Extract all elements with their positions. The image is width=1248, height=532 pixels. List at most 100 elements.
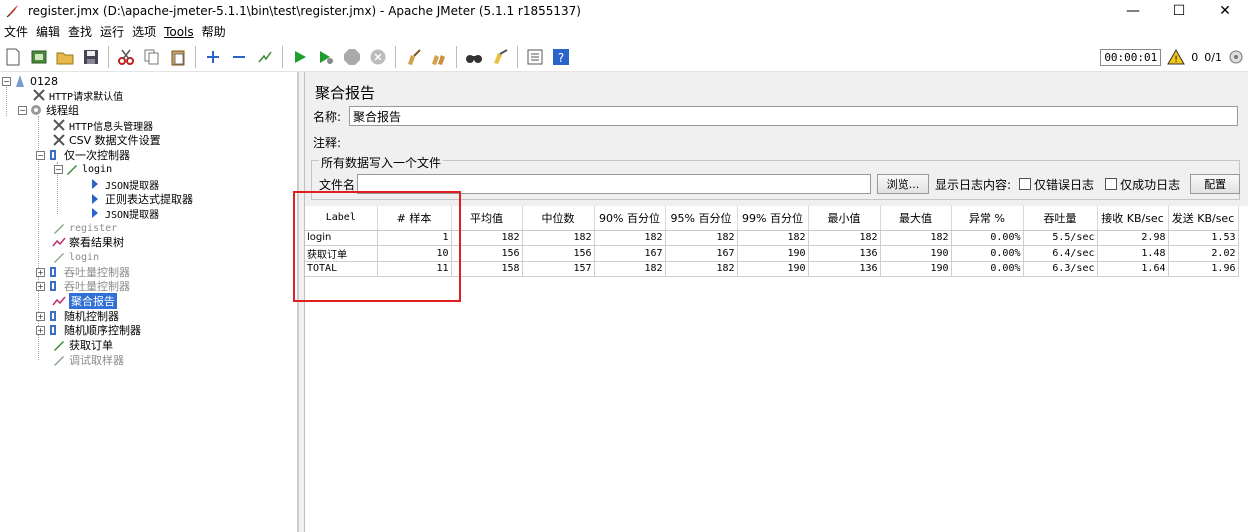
col-header-99-percentile[interactable]: 99% 百分位: [737, 206, 809, 231]
close-button[interactable]: ✕: [1202, 0, 1248, 22]
tree-item-register[interactable]: register: [52, 221, 117, 235]
tree-item-root[interactable]: − 0128: [2, 74, 58, 88]
tree-item-throughput-controller-2[interactable]: + 吞吐量控制器: [36, 279, 130, 293]
col-header-90-percentile[interactable]: 90% 百分位: [594, 206, 666, 231]
warning-icon[interactable]: !: [1167, 49, 1186, 65]
tree-item-csv-config[interactable]: CSV 数据文件设置: [52, 133, 161, 147]
tree-item-login-sampler[interactable]: − login: [54, 162, 112, 176]
remote-icon[interactable]: [1228, 49, 1244, 65]
clear-icon[interactable]: [401, 45, 425, 69]
tree-item-thread-group[interactable]: − 线程组: [18, 103, 79, 117]
menu-options[interactable]: 选项: [128, 22, 160, 42]
col-header-error-pct[interactable]: 异常 %: [951, 206, 1024, 231]
toggle-icon[interactable]: [253, 45, 277, 69]
menu-help[interactable]: 帮助: [198, 22, 230, 42]
expand-icon[interactable]: +: [36, 281, 45, 291]
comment-input[interactable]: [349, 132, 1238, 152]
browse-button[interactable]: 浏览...: [877, 174, 929, 194]
sampler-pen-icon: [54, 356, 64, 366]
logic-controller-icon: [50, 325, 56, 335]
new-icon[interactable]: [1, 45, 25, 69]
clear-all-icon[interactable]: [427, 45, 451, 69]
collapse-icon[interactable]: −: [2, 76, 11, 86]
start-icon[interactable]: [288, 45, 312, 69]
success-only-checkbox[interactable]: [1105, 178, 1118, 190]
sampler-pen-icon: [54, 224, 64, 234]
collapse-icon[interactable]: −: [18, 105, 27, 115]
tree-item-http-defaults[interactable]: HTTP请求默认值: [32, 88, 123, 103]
cell-average: 158: [451, 261, 523, 277]
save-icon[interactable]: [79, 45, 103, 69]
function-helper-icon[interactable]: [523, 45, 547, 69]
collapse-icon[interactable]: −: [36, 150, 45, 160]
cell-throughput: 5.5/sec: [1023, 230, 1098, 246]
tree-item-login-disabled[interactable]: login: [52, 250, 99, 264]
errors-only-checkbox[interactable]: [1019, 178, 1032, 190]
search-icon[interactable]: [462, 45, 486, 69]
tree-item-random-controller[interactable]: + 随机控制器: [36, 309, 119, 323]
copy-icon[interactable]: [140, 45, 164, 69]
tree-item-json-extractor-1[interactable]: JSON提取器: [88, 177, 159, 192]
expand-all-icon[interactable]: [201, 45, 225, 69]
cut-icon[interactable]: [114, 45, 138, 69]
menu-edit[interactable]: 编辑: [32, 22, 64, 42]
menu-search[interactable]: 查找: [64, 22, 96, 42]
cell-median: 157: [522, 261, 595, 277]
cell-min: 136: [808, 245, 881, 262]
menu-run[interactable]: 运行: [96, 22, 128, 42]
tree-item-throughput-controller-1[interactable]: + 吞吐量控制器: [36, 265, 130, 279]
jmeter-feather-icon: [6, 5, 18, 18]
split-pane-divider[interactable]: [298, 72, 305, 532]
start-no-pauses-icon[interactable]: [314, 45, 338, 69]
tree-item-regex-extractor[interactable]: 正则表达式提取器: [88, 192, 193, 206]
tree-item-json-extractor-2[interactable]: JSON提取器: [88, 206, 159, 221]
cell-error-pct: 0.00%: [951, 245, 1024, 262]
tree-item-aggregate-report[interactable]: 聚合报告: [52, 293, 117, 309]
open-icon[interactable]: [53, 45, 77, 69]
col-header-median[interactable]: 中位数: [522, 206, 595, 231]
expand-icon[interactable]: +: [36, 267, 45, 277]
cell-min: 182: [808, 230, 881, 246]
tree-item-debug-sampler[interactable]: 调试取样器: [52, 353, 124, 367]
expand-icon[interactable]: +: [36, 325, 45, 335]
col-header-sent[interactable]: 发送 KB/sec: [1168, 206, 1239, 231]
col-header-throughput[interactable]: 吞吐量: [1023, 206, 1098, 231]
title-bar: register.jmx (D:\apache-jmeter-5.1.1\bin…: [0, 0, 1248, 22]
configure-button[interactable]: 配置: [1190, 174, 1241, 194]
stop-icon[interactable]: [340, 45, 364, 69]
tree-item-view-results-tree[interactable]: 察看结果树: [52, 235, 124, 249]
menu-tools[interactable]: Tools: [160, 22, 198, 42]
paste-icon[interactable]: [166, 45, 190, 69]
sampler-pen-icon: [67, 165, 77, 175]
maximize-button[interactable]: ☐: [1156, 0, 1202, 22]
toolbar-separator: [517, 45, 518, 68]
tree-item-random-order-controller[interactable]: + 随机顺序控制器: [36, 323, 141, 337]
cell-received: 1.64: [1097, 261, 1169, 277]
col-header-95-percentile[interactable]: 95% 百分位: [665, 206, 738, 231]
col-header-received[interactable]: 接收 KB/sec: [1097, 206, 1169, 231]
expand-icon[interactable]: +: [36, 311, 45, 321]
collapse-all-icon[interactable]: [227, 45, 251, 69]
tree-item-once-only-controller[interactable]: − 仅一次控制器: [36, 148, 130, 162]
svg-text:!: !: [1174, 55, 1178, 65]
help-icon[interactable]: ?: [549, 45, 573, 69]
col-header-min[interactable]: 最小值: [808, 206, 881, 231]
shutdown-icon[interactable]: [366, 45, 390, 69]
reset-search-icon[interactable]: [488, 45, 512, 69]
tree-item-get-order[interactable]: 获取订单: [52, 338, 113, 352]
col-header-average[interactable]: 平均值: [451, 206, 523, 231]
cell-p95: 182: [665, 230, 738, 246]
filename-label: 文件名: [319, 177, 356, 192]
col-header-max[interactable]: 最大值: [880, 206, 952, 231]
cell-p90: 182: [594, 261, 666, 277]
comment-row: 注释:: [313, 132, 1238, 152]
templates-icon[interactable]: [27, 45, 51, 69]
name-input[interactable]: [349, 106, 1238, 126]
tree-item-header-manager[interactable]: HTTP信息头管理器: [52, 118, 153, 133]
menu-file[interactable]: 文件: [0, 22, 32, 42]
cell-p95: 182: [665, 261, 738, 277]
collapse-icon[interactable]: −: [54, 164, 63, 174]
sampler-pen-icon: [54, 253, 64, 263]
minimize-button[interactable]: —: [1110, 0, 1156, 22]
name-row: 名称:: [313, 106, 1238, 126]
